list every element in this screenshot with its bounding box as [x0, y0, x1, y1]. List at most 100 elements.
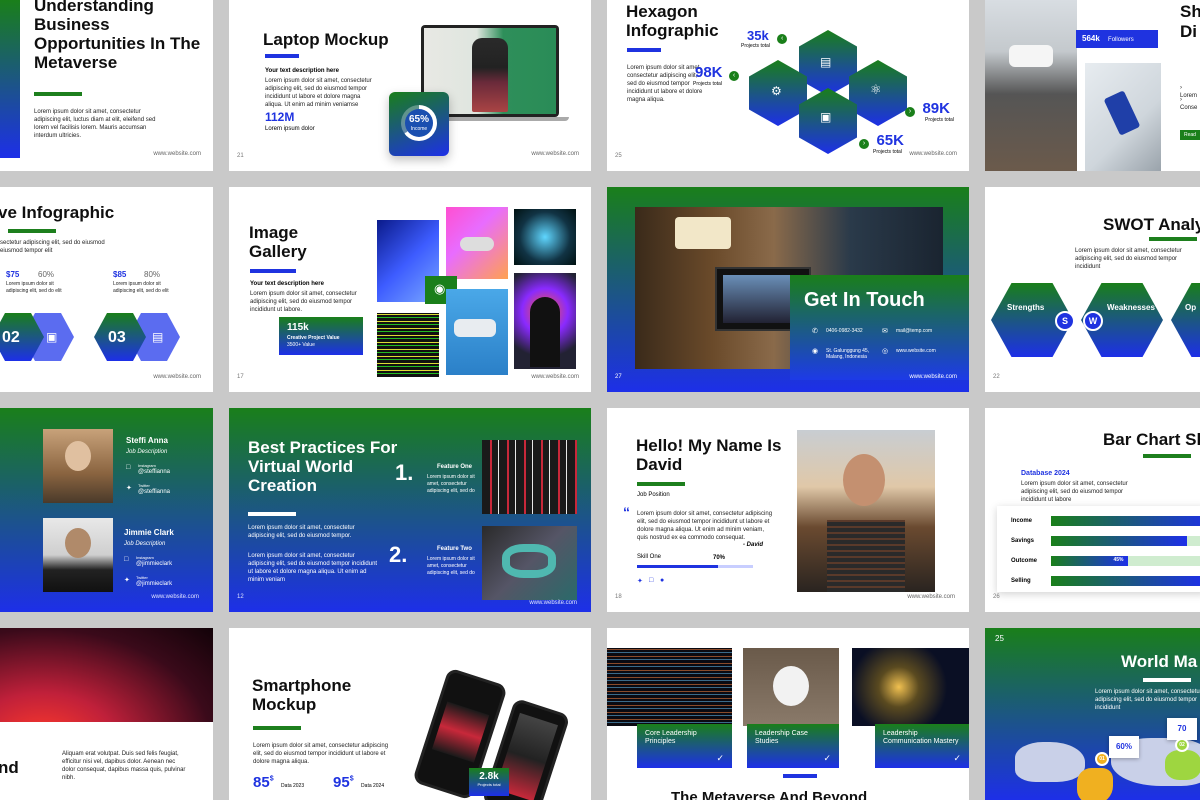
feature-number-2: 2.: [389, 542, 408, 567]
stat-caption: Projects total: [873, 149, 902, 155]
slide-body: Lorem ipsum dolor sit amet, consectetur …: [265, 78, 372, 109]
stat-value: 65K: [876, 132, 904, 149]
slide-hexagon-infographic[interactable]: Hexagon Infographic Lorem ipsum dolor si…: [607, 0, 969, 171]
twitter-icon[interactable]: ✦: [637, 577, 643, 585]
map-stat-70: 70: [1167, 718, 1197, 740]
price-2: $85: [113, 270, 127, 279]
neon-corridor-photo: [482, 440, 577, 514]
instagram-icon[interactable]: □: [649, 577, 653, 584]
bar-row: Outcome 45%: [1011, 556, 1200, 568]
card-core-leadership[interactable]: Core Leadership Principles ✓: [637, 724, 732, 768]
accent-bar: [627, 48, 661, 52]
website-label: www.website.com: [909, 151, 957, 157]
bullet-text: Conse: [1180, 105, 1198, 112]
slide-metaverse-beyond[interactable]: Core Leadership Principles ✓ Leadership …: [607, 628, 969, 800]
map-marker-01[interactable]: 01: [1095, 752, 1109, 766]
slide-number: 26: [993, 594, 1000, 600]
david-photo: [797, 430, 935, 592]
feature-title-1: Feature One: [437, 464, 473, 470]
bar-value-tag: 45%: [1113, 557, 1124, 563]
slide-title: Smartphone Mockup: [252, 676, 352, 715]
marker-label: 02: [1179, 742, 1185, 748]
bar-track: 45%: [1051, 556, 1200, 566]
bar-chart-card: Income Savings Outcome 45% Selling: [997, 506, 1200, 592]
income-card: 65% Income: [389, 92, 449, 156]
swot-letter-s: S: [1055, 311, 1075, 331]
member-role: Job Description: [124, 541, 166, 547]
stat-89k: › 89K: [905, 100, 950, 118]
world-map-shape: [1015, 734, 1200, 800]
slide-laptop-mockup[interactable]: Laptop Mockup Your text description here…: [229, 0, 591, 171]
facebook-icon[interactable]: ●: [660, 577, 664, 584]
instagram-icon[interactable]: □: [126, 464, 130, 471]
laptop-icon: ▤: [820, 55, 832, 69]
feature-number-1: 1.: [395, 460, 414, 485]
followers-count: 564k: [1082, 34, 1100, 43]
slide-body: Lorem ipsum dolor sit amet, consectetur …: [34, 109, 156, 140]
chevron-right-icon: ›: [905, 107, 915, 117]
slide-title: nd: [0, 758, 19, 777]
website-label: www.website.com: [151, 594, 199, 600]
stat-value: 115k: [287, 322, 309, 333]
slide-world-map[interactable]: 25 World Ma Lorem ipsum dolor sit amet, …: [985, 628, 1200, 800]
bar-label: Income: [1011, 518, 1033, 524]
slide-smartphone-mockup[interactable]: Smartphone Mockup Lorem ipsum dolor sit …: [229, 628, 591, 800]
accent-bar: [253, 726, 301, 730]
stat-caption: Projects total: [741, 43, 770, 49]
slide-abstract[interactable]: nd Aliquam erat volutpat. Duis sed felis…: [0, 628, 213, 800]
slide-number: 17: [237, 374, 244, 380]
twitter-icon[interactable]: ✦: [126, 484, 132, 492]
stat-98k: 98K ‹: [695, 64, 739, 82]
bar-label: Savings: [1011, 538, 1035, 544]
map-marker-02[interactable]: 02: [1175, 738, 1189, 752]
card-case-studies[interactable]: Leadership Case Studies ✓: [747, 724, 839, 768]
accent-bar: [1149, 237, 1197, 241]
instagram-handle: @jimmieclark: [136, 561, 173, 567]
camera-icon: ◉: [434, 281, 446, 296]
read-button[interactable]: Read: [1180, 130, 1200, 140]
stat-value: 70: [1177, 724, 1187, 733]
badge-value: 2.8k: [479, 771, 499, 782]
slide-image-gallery[interactable]: Image Gallery Your text description here…: [229, 187, 591, 392]
bullet-2: › Conse: [1180, 96, 1200, 112]
slide-body: Aliquam erat volutpat. Duis sed felis fe…: [62, 751, 186, 782]
gallery-photo-3: [514, 209, 576, 265]
contact-title: Get In Touch: [804, 289, 925, 311]
phone-hand-photo: [1085, 63, 1161, 171]
robot-icon: ⚙: [771, 84, 782, 98]
price-1: $75: [6, 270, 20, 279]
twitter-icon[interactable]: ✦: [124, 576, 130, 584]
slide-title: Laptop Mockup: [263, 30, 389, 49]
card-title: Leadership Case Studies: [755, 730, 808, 746]
accent-bar: [265, 54, 299, 58]
slide-about-me[interactable]: Hello! My Name Is David Job Position “ L…: [607, 408, 969, 612]
slide-team[interactable]: Steffi Anna Job Description □ Instagram …: [0, 408, 213, 612]
slide-social-media[interactable]: 564k Followers Sh Di › Lorem › Conse Rea…: [985, 0, 1200, 171]
slide-swot[interactable]: SWOT Analy Lorem ipsum dolor sit amet, c…: [985, 187, 1200, 392]
bar-label: Outcome: [1011, 558, 1038, 564]
slide-get-in-touch[interactable]: Get In Touch ✆ 0406-0982-3432 ✉ mail@tem…: [607, 187, 969, 392]
check-icon: ✓: [823, 753, 831, 763]
bar-fill: [1051, 516, 1200, 526]
slide-title: Best Practices For Virtual World Creatio…: [248, 438, 398, 496]
stat-label: Data 2023: [281, 783, 305, 789]
member-name: Jimmie Clark: [124, 528, 174, 537]
stat-card: 115k Creative Project Value 3500+ Value: [279, 317, 363, 355]
slide-metaverse-opportunities[interactable]: Understanding Business Opportunities In …: [0, 0, 213, 171]
slide-title: Image Gallery: [249, 223, 307, 262]
vr-person: [472, 38, 508, 112]
twitter-label: Twitter: [136, 575, 148, 580]
website-label: www.website.com: [909, 374, 957, 380]
stat-value: 85: [253, 774, 270, 791]
slide-bar-chart[interactable]: Bar Chart Sl Database 2024 Lorem ipsum d…: [985, 408, 1200, 612]
instagram-icon[interactable]: □: [124, 556, 128, 563]
swot-opportunities: [1171, 283, 1200, 357]
bar-fill: [1051, 576, 1200, 586]
card-communication[interactable]: Leadership Communication Mastery ✓: [875, 724, 969, 768]
stat-value: 35k: [747, 28, 769, 43]
slide-best-practices[interactable]: Best Practices For Virtual World Creatio…: [229, 408, 591, 612]
stat-value: 98K: [695, 64, 723, 81]
address-text: St. Galunggung 45, Malang, Indonesia: [826, 348, 870, 360]
slide-hexagon-infographic-2[interactable]: ve Infographic sectetur adipiscing elit,…: [0, 187, 213, 392]
pct-2: 80%: [144, 270, 161, 279]
